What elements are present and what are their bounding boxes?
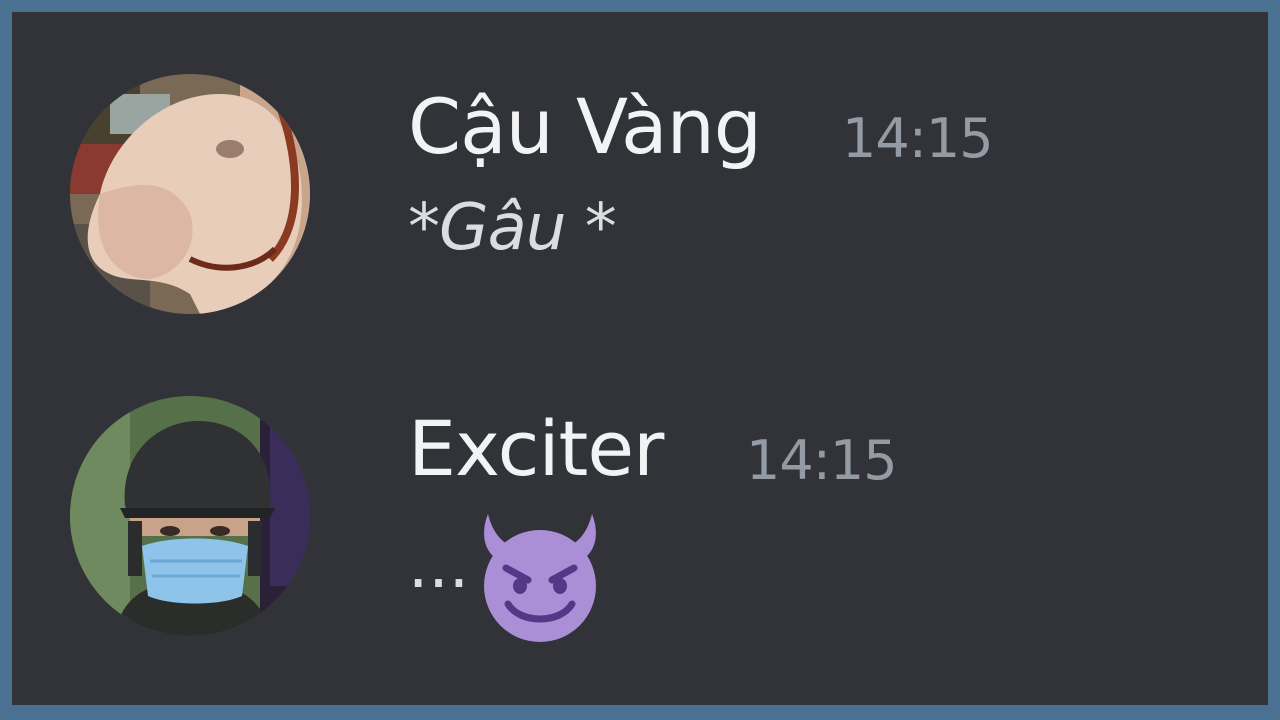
message-header: Cậu Vàng 14:15: [408, 74, 1228, 184]
user-avatar-masked-soldier[interactable]: [70, 396, 310, 636]
username[interactable]: Exciter: [408, 404, 664, 494]
message-header: Exciter 14:15: [408, 396, 1228, 506]
username[interactable]: Cậu Vàng: [408, 82, 762, 172]
dog-avatar-image: [70, 74, 310, 314]
smiling-imp-emoji-icon: [470, 506, 610, 646]
chat-panel: Cậu Vàng 14:15 *Gâu * Exciter 14:15 ...: [12, 12, 1268, 705]
timestamp: 14:15: [746, 429, 898, 492]
message-content: Cậu Vàng 14:15 *Gâu *: [408, 74, 1228, 294]
message-text: ...: [408, 529, 470, 603]
message-body: ...: [408, 506, 1228, 642]
masked-soldier-avatar-image: [70, 396, 310, 636]
user-avatar-dog[interactable]: [70, 74, 310, 314]
timestamp: 14:15: [842, 107, 994, 170]
message-body: *Gâu *: [408, 184, 1228, 294]
chat-message: Cậu Vàng 14:15 *Gâu *: [12, 74, 1268, 324]
chat-message: Exciter 14:15 ...: [12, 396, 1268, 646]
message-text: *Gâu *: [408, 191, 617, 265]
message-content: Exciter 14:15 ...: [408, 396, 1228, 642]
